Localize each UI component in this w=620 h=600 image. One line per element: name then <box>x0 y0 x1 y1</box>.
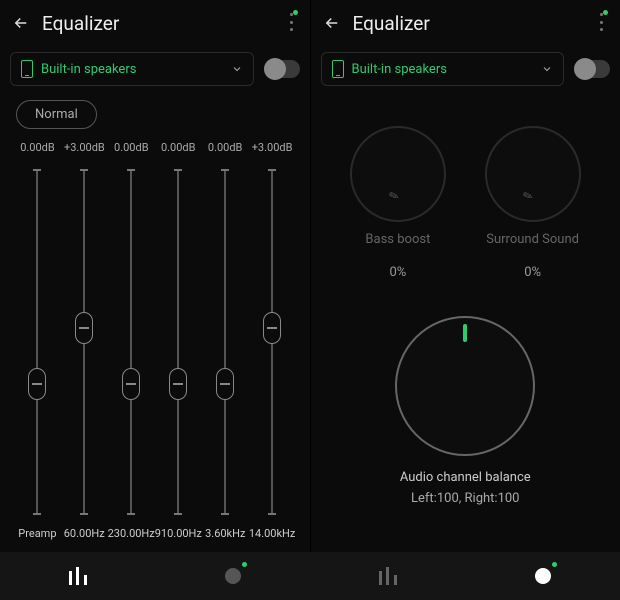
balance-label: Audio channel balance <box>400 470 531 485</box>
slider-thumb[interactable] <box>169 368 187 400</box>
bass-boost-knob[interactable]: ✎ <box>350 126 446 222</box>
nav-tab-balance-active[interactable] <box>465 552 620 600</box>
notification-dot-icon <box>552 562 557 567</box>
toggle-thumb <box>574 58 596 80</box>
balance-value: Left:100, Right:100 <box>411 491 519 506</box>
knob-icon <box>535 568 551 584</box>
overflow-menu[interactable] <box>586 11 610 35</box>
toggle-thumb <box>264 58 286 80</box>
eq-band-slider[interactable] <box>249 169 296 515</box>
device-label: Built-in speakers <box>352 62 536 77</box>
band-freq-label: 230.00Hz <box>108 527 155 540</box>
more-vert-icon <box>600 13 604 31</box>
eq-enable-toggle[interactable] <box>574 60 610 78</box>
equalizer-bands: 0.00dB +3.00dB 0.00dB 0.00dB 0.00dB +3.00dB P… <box>0 137 310 552</box>
eq-band-slider[interactable] <box>61 169 108 515</box>
surround-group: ✎ Surround Sound 0% <box>485 126 581 280</box>
band-db-label: 0.00dB <box>114 141 149 159</box>
band-freq-label: 60.00Hz <box>64 527 105 540</box>
band-db-label: 0.00dB <box>20 141 55 159</box>
overflow-menu[interactable] <box>276 11 300 35</box>
band-freq-label: 14.00kHz <box>249 527 296 540</box>
notification-dot-icon <box>603 10 608 15</box>
more-vert-icon <box>290 13 294 31</box>
audio-output-dropdown[interactable]: Built-in speakers <box>10 52 254 86</box>
band-freq-label: Preamp <box>18 527 56 540</box>
slider-thumb[interactable] <box>28 368 46 400</box>
slider-thumb[interactable] <box>75 312 93 344</box>
nav-tab-balance[interactable] <box>155 552 310 600</box>
band-freq-label: 910.00Hz <box>155 527 202 540</box>
bass-boost-label: Bass boost <box>365 232 430 247</box>
speaker-device-icon <box>332 60 344 78</box>
edit-icon: ✎ <box>387 188 401 205</box>
equalizer-pane-knobs: Equalizer Built-in speakers ✎ <box>310 0 620 552</box>
nav-tab-eq[interactable] <box>0 552 155 600</box>
audio-output-dropdown[interactable]: Built-in speakers <box>321 52 565 86</box>
back-button[interactable] <box>321 12 343 34</box>
eq-band-slider[interactable] <box>202 169 249 515</box>
eq-band-slider[interactable] <box>155 169 202 515</box>
bottom-nav <box>0 552 620 600</box>
equalizer-pane-sliders: Equalizer Built-in speakers Normal 0.00d… <box>0 0 310 552</box>
page-title: Equalizer <box>353 12 587 35</box>
sliders-icon <box>379 567 397 585</box>
preset-chip[interactable]: Normal <box>16 100 97 129</box>
band-db-label: 0.00dB <box>161 141 196 159</box>
notification-dot-icon <box>293 10 298 15</box>
surround-knob[interactable]: ✎ <box>485 126 581 222</box>
chevron-down-icon <box>231 63 243 75</box>
slider-thumb[interactable] <box>122 368 140 400</box>
edit-icon: ✎ <box>521 188 535 205</box>
eq-enable-toggle[interactable] <box>264 60 300 78</box>
bass-boost-value: 0% <box>389 265 406 280</box>
band-db-label: +3.00dB <box>252 141 293 159</box>
eq-band-slider[interactable] <box>14 169 61 515</box>
nav-tab-eq-secondary[interactable] <box>310 552 465 600</box>
balance-knob[interactable] <box>395 316 535 456</box>
sliders-icon <box>69 567 87 585</box>
slider-thumb[interactable] <box>263 312 281 344</box>
page-title: Equalizer <box>42 12 276 35</box>
band-db-label: 0.00dB <box>208 141 243 159</box>
eq-band-slider[interactable] <box>108 169 155 515</box>
surround-label: Surround Sound <box>486 232 579 247</box>
bass-boost-group: ✎ Bass boost 0% <box>350 126 446 280</box>
chevron-down-icon <box>541 63 553 75</box>
back-button[interactable] <box>10 12 32 34</box>
device-label: Built-in speakers <box>41 62 225 77</box>
slider-thumb[interactable] <box>216 368 234 400</box>
notification-dot-icon <box>242 562 247 567</box>
knob-icon <box>225 568 241 584</box>
header-right: Equalizer <box>311 0 620 46</box>
header-left: Equalizer <box>0 0 310 46</box>
balance-group: Audio channel balance Left:100, Right:10… <box>331 316 601 506</box>
band-db-label: +3.00dB <box>64 141 105 159</box>
knob-indicator-icon <box>463 324 467 342</box>
speaker-device-icon <box>21 60 33 78</box>
surround-value: 0% <box>524 265 541 280</box>
band-freq-label: 3.60kHz <box>205 527 245 540</box>
